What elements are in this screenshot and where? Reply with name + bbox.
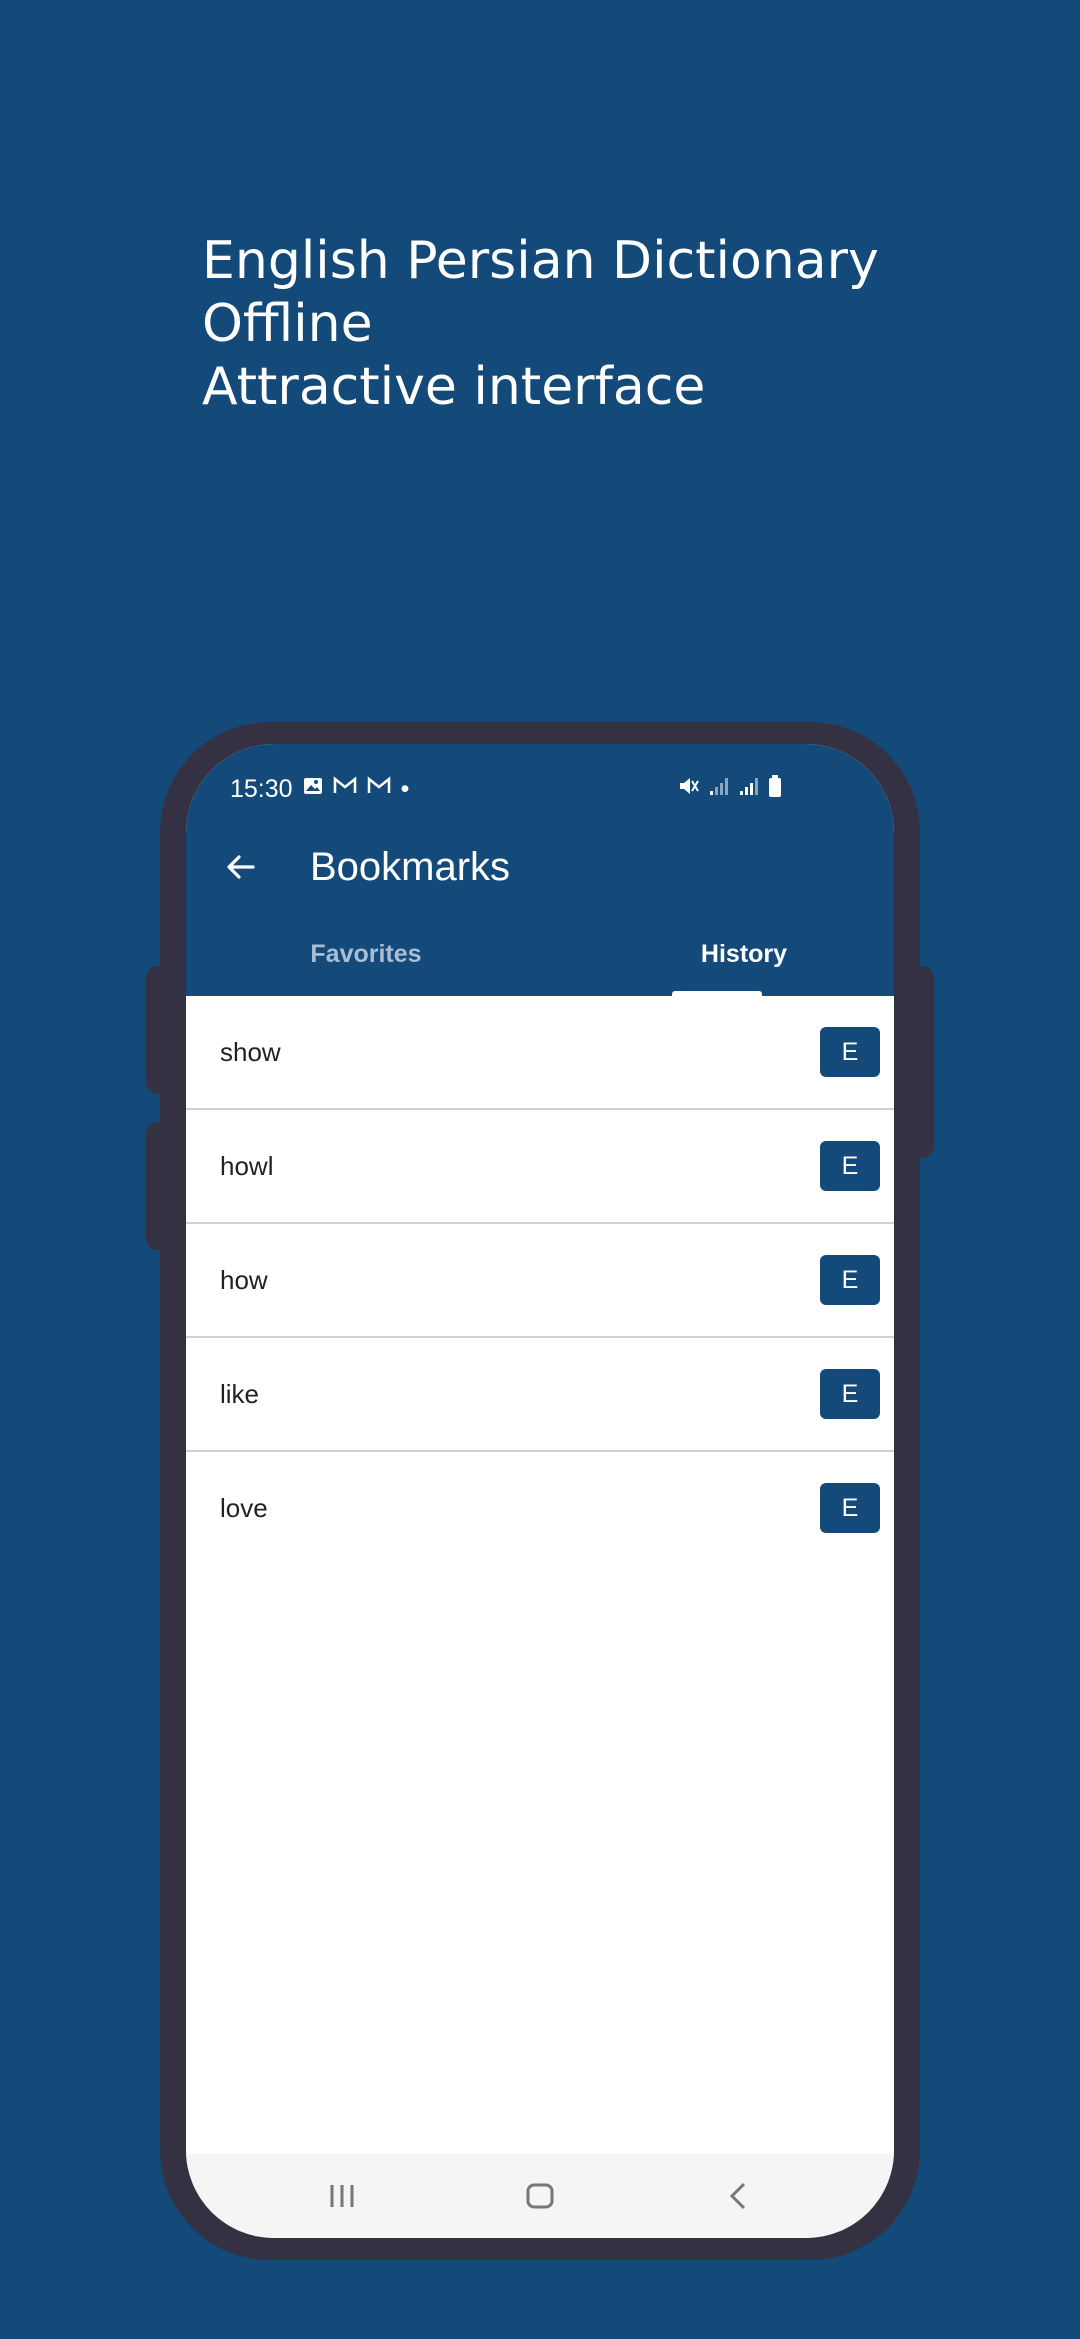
word-label: love: [220, 1493, 268, 1523]
word-label: like: [220, 1379, 260, 1409]
home-icon: [526, 2183, 554, 2209]
signal-icon: [738, 775, 760, 803]
nav-back-button[interactable]: [713, 2174, 763, 2218]
word-label: how: [220, 1265, 268, 1295]
word-label: show: [220, 1037, 281, 1067]
list-item[interactable]: how E: [186, 1224, 894, 1338]
e-button[interactable]: E: [820, 1027, 880, 1077]
gmail-icon: [367, 776, 391, 802]
list-item[interactable]: like E: [186, 1338, 894, 1452]
promo-line-2: Offline: [202, 294, 373, 354]
history-list: show E howl E how E like E love E: [186, 996, 894, 1564]
power-button: [908, 966, 934, 1158]
back-button[interactable]: [216, 842, 266, 892]
nav-home-button[interactable]: [515, 2174, 565, 2218]
list-item[interactable]: show E: [186, 996, 894, 1110]
tab-favorites[interactable]: Favorites: [246, 934, 486, 974]
e-button[interactable]: E: [820, 1369, 880, 1419]
notification-dot: •: [400, 774, 410, 803]
e-button[interactable]: E: [820, 1483, 880, 1533]
list-item[interactable]: howl E: [186, 1110, 894, 1224]
tab-history[interactable]: History: [594, 934, 894, 974]
chevron-left-icon: [729, 2182, 746, 2210]
recents-icon: [330, 2185, 354, 2207]
promo-line-3: Attractive interface: [202, 357, 706, 417]
battery-icon: [768, 775, 782, 803]
system-nav-bar: [186, 2154, 894, 2238]
volume-down-button: [146, 1122, 172, 1250]
status-bar-right: [678, 774, 782, 804]
signal-icon: [708, 775, 730, 803]
gallery-icon: [303, 776, 323, 802]
status-bar-left: 15:30 •: [230, 774, 409, 804]
promo-line-1: English Persian Dictionary: [202, 231, 879, 291]
phone-screen: 15:30 • Bookmarks Favorites History show…: [186, 744, 894, 2238]
mute-icon: [678, 775, 700, 803]
word-label: howl: [220, 1151, 274, 1181]
list-item[interactable]: love E: [186, 1452, 894, 1564]
gmail-icon: [333, 776, 357, 802]
e-button[interactable]: E: [820, 1255, 880, 1305]
arrow-left-icon: [227, 855, 255, 879]
e-button[interactable]: E: [820, 1141, 880, 1191]
nav-recents-button[interactable]: [317, 2174, 367, 2218]
app-bar: 15:30 • Bookmarks Favorites History: [186, 744, 894, 997]
promo-headline: English Persian Dictionary Offline Attra…: [202, 230, 879, 419]
page-title: Bookmarks: [310, 845, 511, 889]
volume-up-button: [146, 966, 172, 1094]
status-time: 15:30: [230, 774, 293, 803]
